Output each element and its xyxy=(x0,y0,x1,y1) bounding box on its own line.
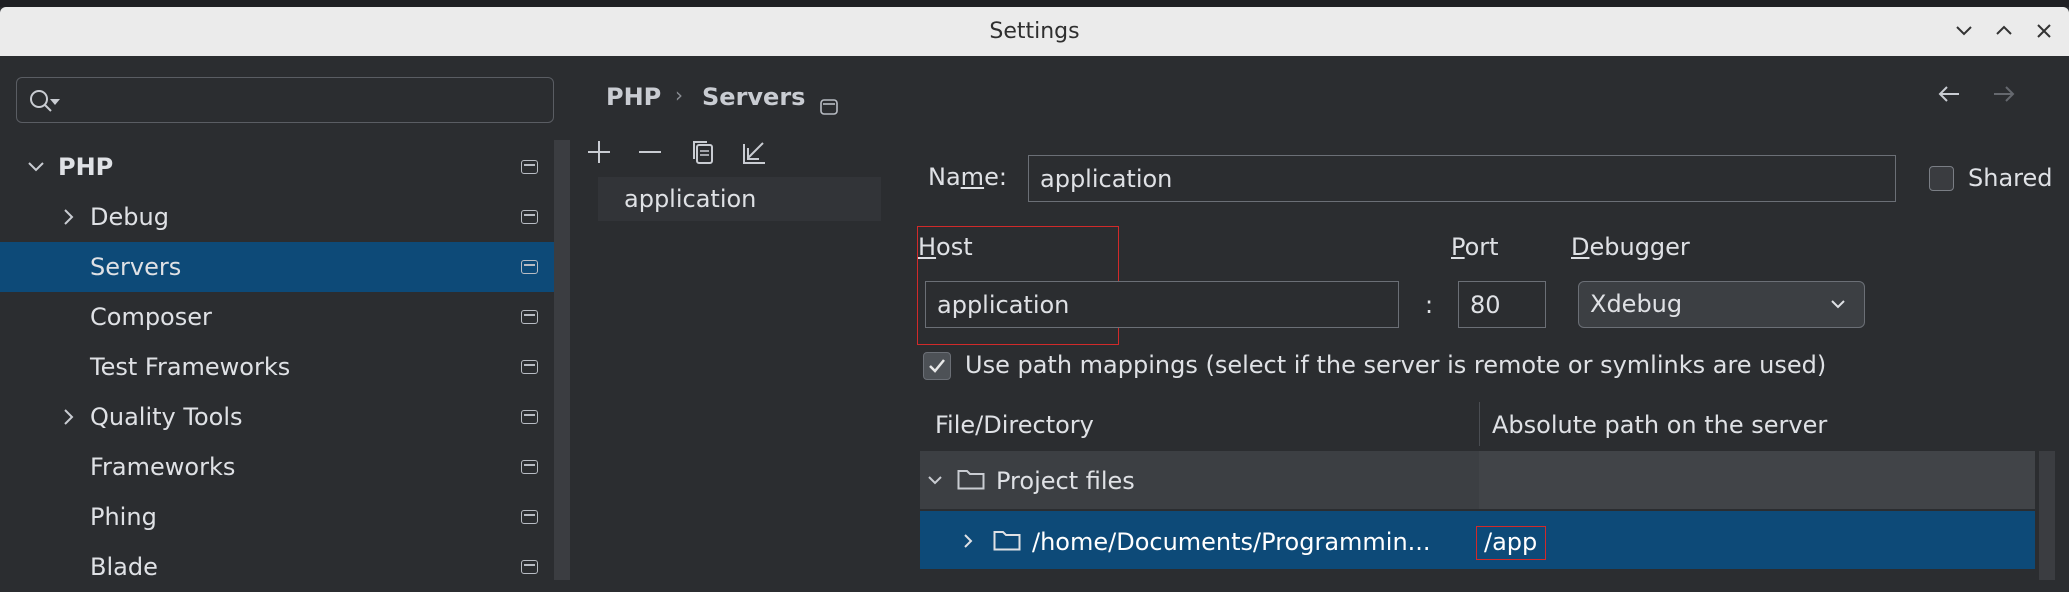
search-options-dropdown-icon[interactable] xyxy=(50,99,60,105)
project-settings-icon xyxy=(820,93,838,121)
sidebar-item-test-frameworks[interactable]: Test Frameworks xyxy=(0,342,570,392)
project-settings-icon xyxy=(521,360,538,374)
sidebar-item-label: PHP xyxy=(58,153,114,181)
arrow-right-icon xyxy=(1994,86,2015,102)
close-button[interactable] xyxy=(2027,14,2061,48)
forward-button[interactable] xyxy=(1990,80,2018,115)
project-settings-icon xyxy=(521,460,538,474)
chevron-down-icon[interactable] xyxy=(925,470,945,490)
sidebar-item-label: Test Frameworks xyxy=(90,353,291,381)
sidebar-item-composer[interactable]: Composer xyxy=(0,292,570,342)
project-settings-icon xyxy=(521,310,538,324)
sidebar-scrollbar[interactable] xyxy=(554,140,570,580)
project-settings-icon xyxy=(521,160,538,174)
project-settings-icon xyxy=(521,510,538,524)
column-header-path[interactable]: Absolute path on the server xyxy=(1492,411,1827,439)
project-settings-icon xyxy=(521,560,538,574)
shared-checkbox[interactable] xyxy=(1929,166,1954,191)
arrow-down-left-icon xyxy=(743,142,765,164)
debugger-label: Debugger xyxy=(1571,233,1690,261)
folder-icon xyxy=(957,470,985,490)
table-cell-path[interactable] xyxy=(1479,451,2035,509)
table-scrollbar[interactable] xyxy=(2039,451,2055,580)
sidebar-item-quality-tools[interactable]: Quality Tools xyxy=(0,392,570,442)
sidebar-item-label: Quality Tools xyxy=(90,403,243,431)
sidebar-item-servers[interactable]: Servers xyxy=(0,242,570,292)
sidebar-item-label: Phing xyxy=(90,503,157,531)
remove-server-button[interactable] xyxy=(633,135,667,169)
column-header-file[interactable]: File/Directory xyxy=(935,411,1094,439)
close-icon xyxy=(2037,24,2051,38)
shared-label: Shared xyxy=(1968,164,2053,192)
import-server-button[interactable] xyxy=(738,135,772,169)
name-field[interactable]: application xyxy=(1028,155,1896,202)
path-highlight-box xyxy=(1476,526,1546,560)
sidebar-item-phing[interactable]: Phing xyxy=(0,492,570,542)
server-list-item-label: application xyxy=(624,185,757,213)
host-value: application xyxy=(937,290,1070,319)
path-mappings-checkbox[interactable] xyxy=(923,352,951,380)
name-label: Name: xyxy=(928,163,1007,191)
chevron-right-icon xyxy=(60,392,76,442)
desktop-strip xyxy=(0,0,2069,7)
sidebar-item-label: Frameworks xyxy=(90,453,236,481)
breadcrumb-separator: › xyxy=(675,83,683,107)
sidebar-item-blade[interactable]: Blade xyxy=(0,542,570,592)
arrow-left-icon xyxy=(1938,86,1959,102)
add-server-button[interactable] xyxy=(582,135,616,169)
sidebar-item-debug[interactable]: Debug xyxy=(0,192,570,242)
project-settings-icon xyxy=(521,410,538,424)
sidebar-item-label: Servers xyxy=(90,253,182,281)
window-title: Settings xyxy=(989,19,1080,44)
path-mappings-label: Use path mappings (select if the server … xyxy=(965,351,1827,379)
table-cell-file: /home/Documents/Programmin... xyxy=(1032,528,1431,556)
chevron-up-icon xyxy=(1996,25,2012,35)
name-value: application xyxy=(1040,164,1173,193)
port-value: 80 xyxy=(1470,290,1501,319)
sidebar-item-label: Composer xyxy=(90,303,212,331)
sidebar-item-label: Blade xyxy=(90,553,158,581)
chevron-right-icon xyxy=(60,192,76,242)
chevron-right-icon[interactable] xyxy=(960,531,976,551)
host-label: Host xyxy=(918,233,973,261)
project-settings-icon xyxy=(521,260,538,274)
sidebar-item-php[interactable]: PHP xyxy=(0,142,570,192)
port-label: Port xyxy=(1451,233,1499,261)
checkmark-icon xyxy=(929,359,945,373)
debugger-value: Xdebug xyxy=(1590,290,1683,318)
host-port-separator: : xyxy=(1425,291,1434,319)
project-settings-icon xyxy=(521,210,538,224)
back-button[interactable] xyxy=(1935,80,1963,115)
minus-icon xyxy=(639,151,661,153)
copy-icon xyxy=(693,141,713,164)
chevron-down-icon xyxy=(1956,26,1972,36)
folder-icon xyxy=(993,531,1021,551)
port-field[interactable]: 80 xyxy=(1458,281,1546,328)
chevron-down-icon xyxy=(26,142,46,192)
breadcrumb-parent[interactable]: PHP xyxy=(606,83,661,111)
maximize-button[interactable] xyxy=(1987,14,2021,48)
sidebar-item-label: Debug xyxy=(90,203,169,231)
plus-icon xyxy=(588,141,610,163)
chevron-down-icon xyxy=(1831,300,1845,309)
breadcrumb-current: Servers xyxy=(702,83,806,111)
minimize-button[interactable] xyxy=(1947,14,1981,48)
sidebar-item-frameworks[interactable]: Frameworks xyxy=(0,442,570,492)
search-input[interactable] xyxy=(16,77,554,123)
host-field[interactable]: application xyxy=(925,281,1399,328)
column-divider[interactable] xyxy=(1479,402,1480,446)
copy-server-button[interactable] xyxy=(686,135,720,169)
table-cell-file: Project files xyxy=(996,467,1135,495)
